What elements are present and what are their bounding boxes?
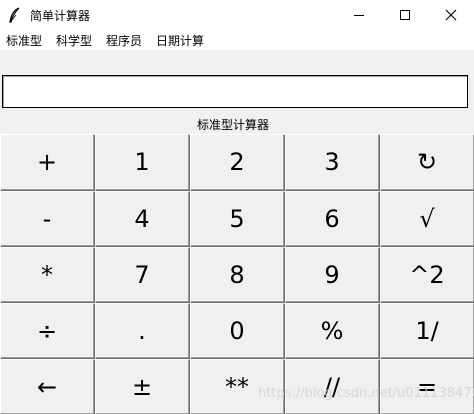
- key-0[interactable]: 0: [190, 303, 284, 358]
- key-7[interactable]: 7: [95, 247, 189, 302]
- close-icon: [445, 6, 457, 25]
- key-divide[interactable]: ÷: [0, 303, 94, 358]
- minimize-icon: [353, 6, 365, 25]
- key-2[interactable]: 2: [190, 134, 284, 190]
- maximize-button[interactable]: [382, 0, 428, 30]
- key-multiply[interactable]: *: [0, 247, 94, 302]
- menu-item-standard[interactable]: 标准型: [6, 32, 42, 49]
- key-1[interactable]: 1: [95, 134, 189, 190]
- keypad: + 1 2 3 ↻ - 4 5 6 √ * 7 8 9 ^2 ÷ . 0 % 1…: [0, 134, 474, 414]
- title-bar[interactable]: 简单计算器: [0, 0, 474, 30]
- key-square[interactable]: ^2: [380, 247, 474, 302]
- key-3[interactable]: 3: [285, 134, 379, 190]
- menu-bar: 标准型 科学型 程序员 日期计算: [0, 30, 474, 50]
- key-reciprocal[interactable]: 1/: [380, 303, 474, 358]
- mode-label: 标准型计算器: [196, 118, 269, 132]
- key-clear[interactable]: ↻: [380, 134, 474, 190]
- key-minus[interactable]: -: [0, 191, 94, 246]
- window-title: 简单计算器: [30, 9, 91, 23]
- key-sqrt[interactable]: √: [380, 191, 474, 246]
- key-8[interactable]: 8: [190, 247, 284, 302]
- menu-item-scientific[interactable]: 科学型: [56, 32, 92, 49]
- key-decimal[interactable]: .: [95, 303, 189, 358]
- key-backspace[interactable]: ←: [0, 359, 94, 414]
- maximize-icon: [399, 6, 411, 25]
- key-equals[interactable]: =: [380, 359, 474, 414]
- key-plus[interactable]: +: [0, 134, 94, 190]
- feather-icon: [8, 7, 22, 23]
- key-9[interactable]: 9: [285, 247, 379, 302]
- close-button[interactable]: [428, 0, 474, 30]
- display-input[interactable]: [2, 75, 468, 108]
- minimize-button[interactable]: [336, 0, 382, 30]
- key-negate[interactable]: ±: [95, 359, 189, 414]
- key-6[interactable]: 6: [285, 191, 379, 246]
- menu-item-date-calc[interactable]: 日期计算: [156, 32, 204, 49]
- key-power[interactable]: **: [190, 359, 284, 414]
- key-percent[interactable]: %: [285, 303, 379, 358]
- calculator-window: 简单计算器 标准型 科学型 程序员 日期计算 标准型计算器 + 1 2 3 ↻ …: [0, 0, 474, 414]
- key-5[interactable]: 5: [190, 191, 284, 246]
- menu-item-programmer[interactable]: 程序员: [106, 32, 142, 49]
- key-floor-divide[interactable]: //: [285, 359, 379, 414]
- key-4[interactable]: 4: [95, 191, 189, 246]
